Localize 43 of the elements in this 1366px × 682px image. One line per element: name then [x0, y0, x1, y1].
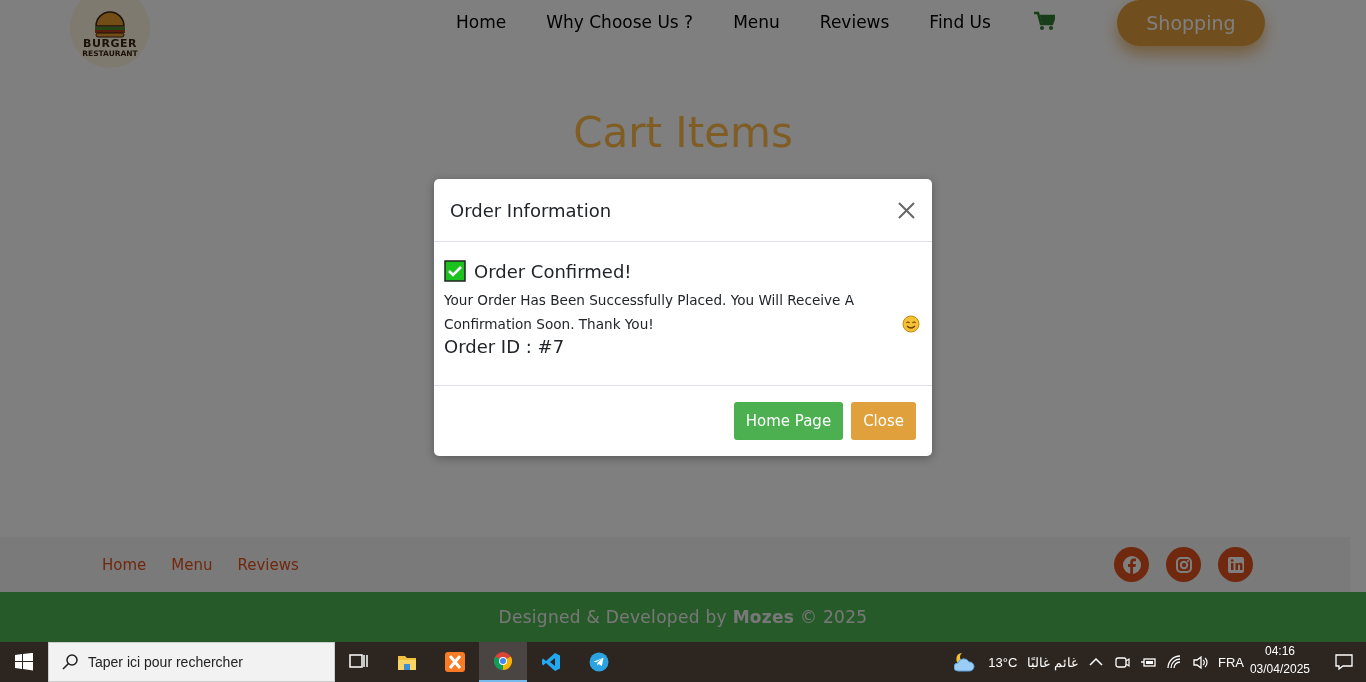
wifi-icon[interactable]	[1165, 654, 1182, 670]
smiley-icon	[902, 315, 920, 333]
footer-link[interactable]: Home	[102, 555, 147, 574]
confirmation-message: Your Order Has Been Successfully Placed. You Will Receive A Confirmation Soon. Thank You!	[444, 291, 856, 334]
nav-link[interactable]: Find Us	[929, 12, 991, 32]
facebook-icon	[1121, 554, 1142, 575]
xampp-icon	[445, 652, 465, 672]
language-indicator[interactable]: FRA	[1217, 654, 1244, 670]
confirmation-heading: Order Confirmed!	[474, 260, 632, 282]
linkedin-icon	[1225, 554, 1246, 575]
camera-icon[interactable]	[1113, 654, 1130, 670]
weather-text: غائم غالبًا	[1027, 654, 1078, 670]
code-editor-icon	[541, 652, 561, 672]
social-button[interactable]	[1166, 547, 1201, 582]
credit-text: Designed & Developed by Mozes © 2025	[498, 607, 868, 627]
chat-bubble-icon	[1335, 653, 1353, 671]
clock-date: 03/04/2025	[1249, 661, 1310, 678]
clock-time: 04:16	[1264, 643, 1295, 660]
cart-icon	[1032, 10, 1055, 30]
close-icon	[897, 200, 916, 220]
social-button[interactable]	[1218, 547, 1253, 582]
temperature: 13°C	[988, 654, 1018, 670]
nav-link[interactable]: Reviews	[819, 12, 890, 32]
nav-link[interactable]: Why Choose Us ?	[546, 12, 694, 32]
nav-link[interactable]: Menu	[733, 12, 780, 32]
home-page-button[interactable]: Home Page	[733, 402, 844, 440]
windows-icon	[15, 653, 33, 671]
footer-link[interactable]: Reviews	[237, 555, 299, 574]
search-icon	[62, 654, 78, 670]
order-id: Order ID : #7	[444, 336, 566, 357]
instagram-icon	[1173, 554, 1194, 575]
page-title: Cart Items	[573, 108, 793, 157]
chrome-icon	[493, 651, 513, 671]
nav-link[interactable]: Home	[456, 12, 507, 32]
telegram-icon	[589, 652, 609, 672]
search-field[interactable]: Taper ici pour rechercher	[48, 642, 335, 682]
logo-title: BURGER	[83, 38, 137, 49]
dialog-title: Order Information	[450, 199, 612, 221]
speaker-icon[interactable]	[1191, 654, 1208, 670]
social-button[interactable]	[1114, 547, 1149, 582]
footer-link[interactable]: Menu	[171, 555, 213, 574]
check-icon	[444, 260, 466, 282]
close-button[interactable]: Close	[851, 402, 916, 440]
